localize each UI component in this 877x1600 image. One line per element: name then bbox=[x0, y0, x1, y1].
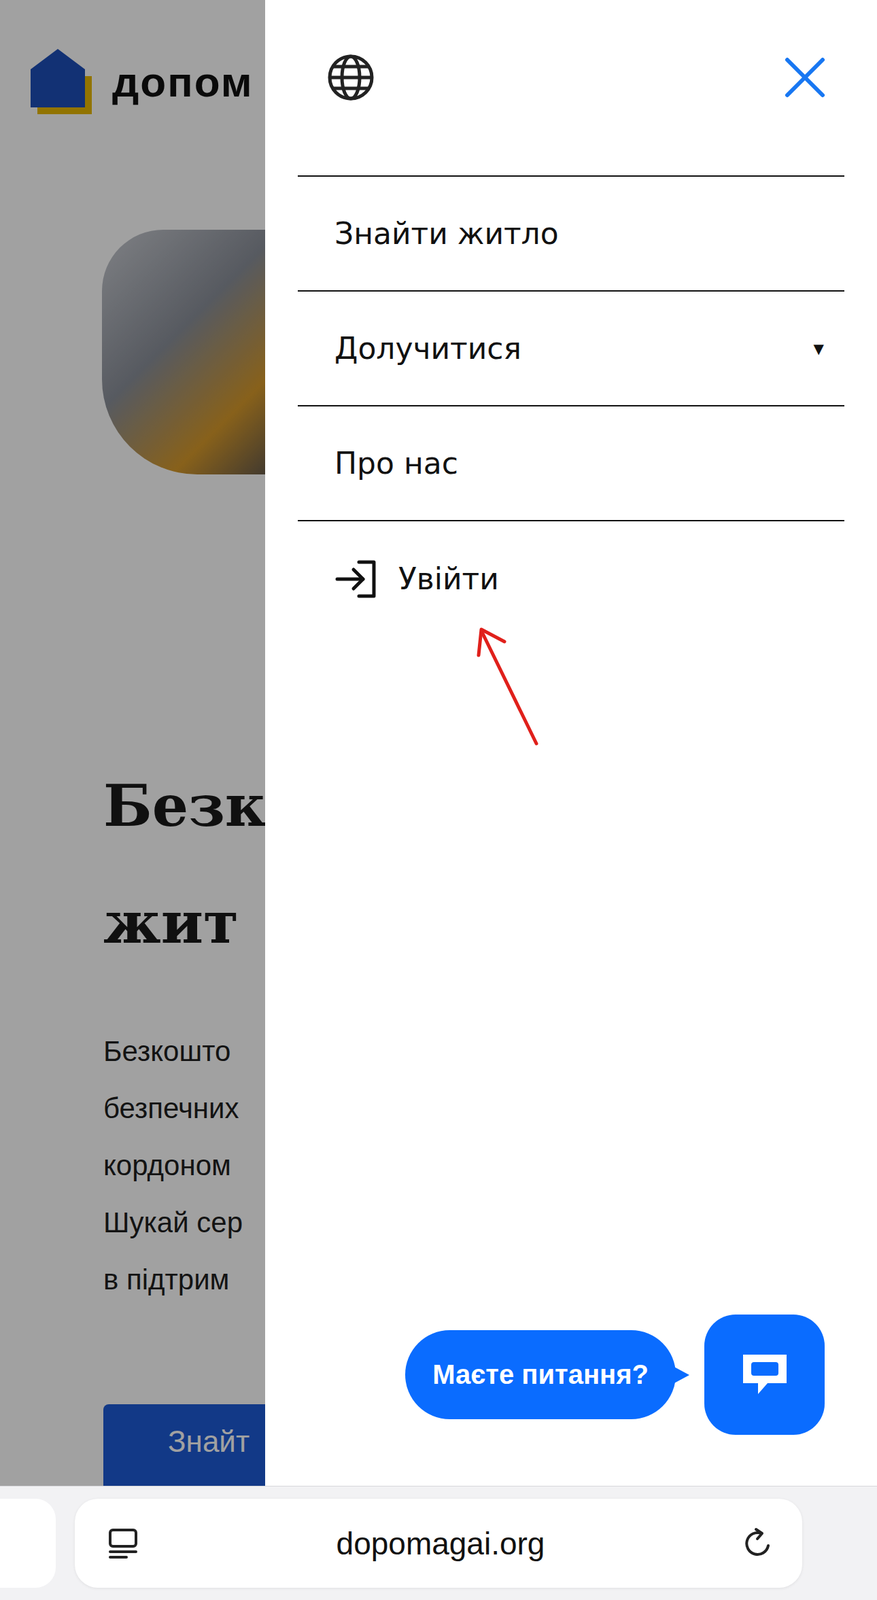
nav-drawer: Знайти житло Долучитися ▼ Про нас Увійти bbox=[265, 0, 877, 1487]
chat-prompt-text: Маєте питання? bbox=[432, 1359, 649, 1391]
address-bar[interactable]: dopomagai.org bbox=[74, 1499, 803, 1589]
phone-screen: допомБезкжитБезкоштобезпечнихкордономШук… bbox=[0, 0, 877, 1600]
menu-item[interactable]: Знайти житло bbox=[297, 176, 845, 292]
menu-label: Долучитися bbox=[334, 331, 522, 366]
drawer-header bbox=[297, 0, 845, 156]
page-viewport: допомБезкжитБезкоштобезпечнихкордономШук… bbox=[0, 0, 877, 1487]
menu-label: Про нас bbox=[334, 445, 459, 481]
menu-label: Увійти bbox=[398, 561, 500, 597]
close-icon[interactable] bbox=[784, 57, 826, 98]
nav-menu: Знайти житло Долучитися ▼ Про нас Увійти bbox=[297, 175, 845, 637]
chat-prompt[interactable]: Маєте питання? bbox=[405, 1330, 676, 1420]
dropdown-caret: ▼ bbox=[813, 340, 824, 357]
url-text: dopomagai.org bbox=[140, 1525, 742, 1563]
browser-toolbar: dopomagai.org bbox=[0, 1486, 877, 1600]
previous-tab[interactable] bbox=[0, 1499, 56, 1589]
chat-widget: Маєте питання? bbox=[405, 1314, 825, 1436]
bubble-tail bbox=[671, 1365, 690, 1385]
chat-button[interactable] bbox=[704, 1314, 825, 1436]
speech-bubble-icon bbox=[737, 1348, 793, 1403]
globe-icon[interactable] bbox=[326, 53, 376, 102]
menu-item[interactable]: Про нас bbox=[297, 406, 845, 522]
page-menu-icon[interactable] bbox=[106, 1526, 141, 1561]
login-icon bbox=[334, 560, 378, 599]
menu-item[interactable]: Увійти bbox=[297, 521, 845, 637]
menu-label: Знайти житло bbox=[334, 216, 559, 251]
annotation-arrow-icon bbox=[471, 620, 554, 756]
menu-item[interactable]: Долучитися ▼ bbox=[297, 291, 845, 407]
reload-icon[interactable] bbox=[741, 1526, 776, 1561]
